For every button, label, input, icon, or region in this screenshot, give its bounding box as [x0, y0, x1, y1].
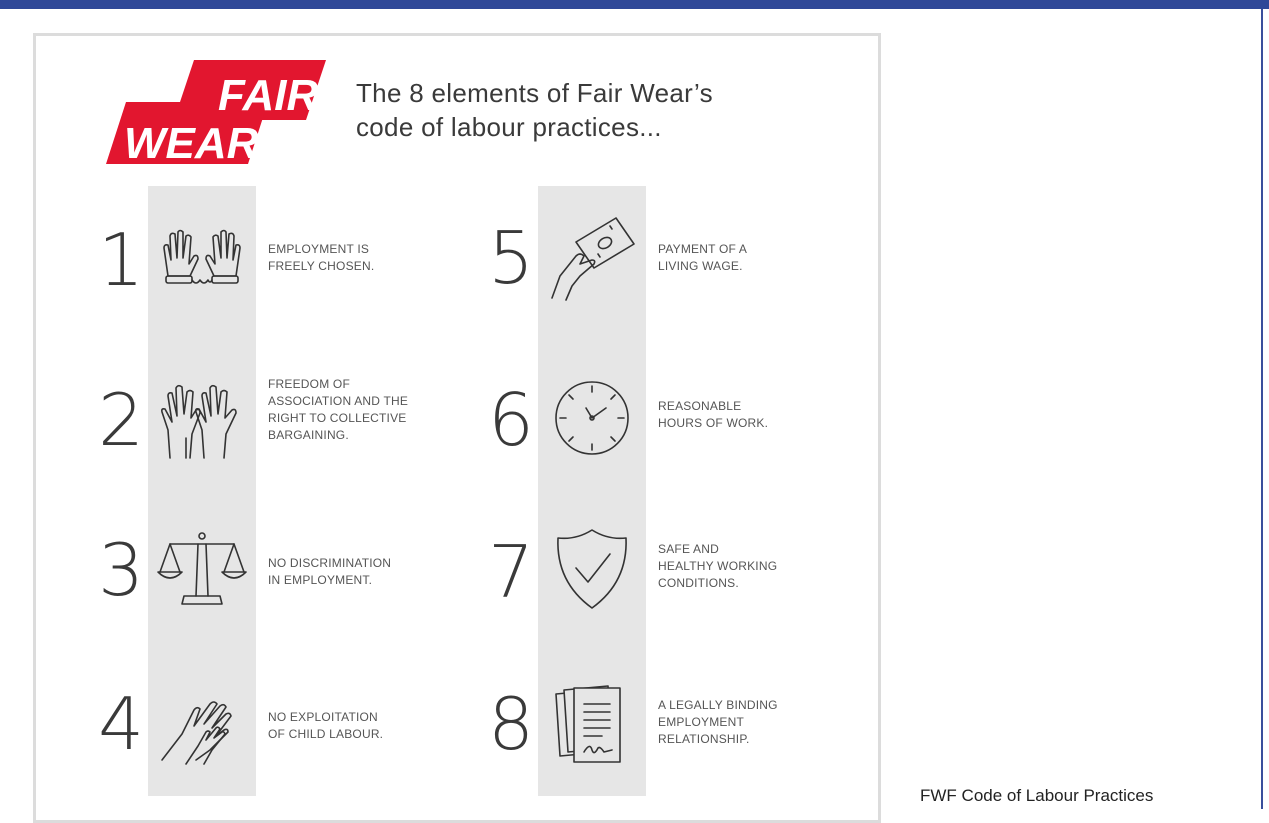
element-number-1: 1	[98, 218, 144, 302]
element-8-line-3: RELATIONSHIP.	[658, 732, 750, 746]
right-border	[1261, 9, 1263, 809]
logo-text-fair: FAIR	[218, 71, 318, 120]
element-number-8: 8	[488, 682, 534, 766]
element-4-line-2: OF CHILD LABOUR.	[268, 727, 384, 741]
element-label-6: REASONABLE HOURS OF WORK.	[658, 398, 858, 432]
element-number-7: 7	[488, 530, 534, 614]
element-7-line-2: HEALTHY WORKING	[658, 559, 778, 573]
top-accent-bar	[0, 0, 1269, 9]
element-8-line-1: A LEGALLY BINDING	[658, 698, 778, 712]
element-6-line-1: REASONABLE	[658, 399, 742, 413]
element-label-2: FREEDOM OF ASSOCIATION AND THE RIGHT TO …	[268, 376, 468, 444]
logo-text-wear: WEAR	[124, 119, 259, 166]
image-caption: FWF Code of Labour Practices	[920, 786, 1154, 805]
element-3-line-1: NO DISCRIMINATION	[268, 556, 392, 570]
fair-wear-logo: FAIR WEAR	[98, 54, 328, 168]
scales-icon	[156, 522, 248, 614]
element-label-8: A LEGALLY BINDING EMPLOYMENT RELATIONSHI…	[658, 697, 858, 748]
adult-and-child-hands-icon	[156, 676, 248, 768]
signed-contract-icon	[546, 676, 638, 768]
shield-check-icon	[546, 522, 638, 614]
element-1-line-2: FREELY CHOSEN.	[268, 259, 375, 273]
element-label-1: EMPLOYMENT IS FREELY CHOSEN.	[268, 241, 468, 275]
clock-icon	[546, 372, 638, 464]
element-number-4: 4	[98, 682, 144, 766]
handcuffed-hands-icon	[156, 214, 248, 306]
element-4-line-1: NO EXPLOITATION	[268, 710, 378, 724]
element-5-line-2: LIVING WAGE.	[658, 259, 743, 273]
infographic-heading: The 8 elements of Fair Wear’s code of la…	[356, 76, 856, 144]
heading-line-2: code of labour practices...	[356, 112, 662, 142]
element-2-line-3: RIGHT TO COLLECTIVE	[268, 411, 407, 425]
element-number-6: 6	[488, 378, 534, 462]
hand-with-money-icon	[546, 212, 638, 304]
element-5-line-1: PAYMENT OF A	[658, 242, 748, 256]
element-7-line-1: SAFE AND	[658, 542, 719, 556]
element-1-line-1: EMPLOYMENT IS	[268, 242, 370, 256]
element-label-3: NO DISCRIMINATION IN EMPLOYMENT.	[268, 555, 468, 589]
element-2-line-2: ASSOCIATION AND THE	[268, 394, 409, 408]
element-2-line-1: FREEDOM OF	[268, 377, 350, 391]
element-3-line-2: IN EMPLOYMENT.	[268, 573, 373, 587]
element-label-7: SAFE AND HEALTHY WORKING CONDITIONS.	[658, 541, 858, 592]
element-7-line-3: CONDITIONS.	[658, 576, 739, 590]
element-2-line-4: BARGAINING.	[268, 428, 349, 442]
heading-line-1: The 8 elements of Fair Wear’s	[356, 78, 713, 108]
element-8-line-2: EMPLOYMENT	[658, 715, 745, 729]
element-label-5: PAYMENT OF A LIVING WAGE.	[658, 241, 858, 275]
raised-hands-icon	[156, 372, 248, 464]
element-6-line-2: HOURS OF WORK.	[658, 416, 769, 430]
element-label-4: NO EXPLOITATION OF CHILD LABOUR.	[268, 709, 468, 743]
element-number-5: 5	[488, 216, 534, 300]
element-number-3: 3	[98, 528, 144, 612]
code-of-labour-practices-infographic: FAIR WEAR The 8 elements of Fair Wear’s …	[33, 33, 881, 823]
element-number-2: 2	[98, 378, 144, 462]
